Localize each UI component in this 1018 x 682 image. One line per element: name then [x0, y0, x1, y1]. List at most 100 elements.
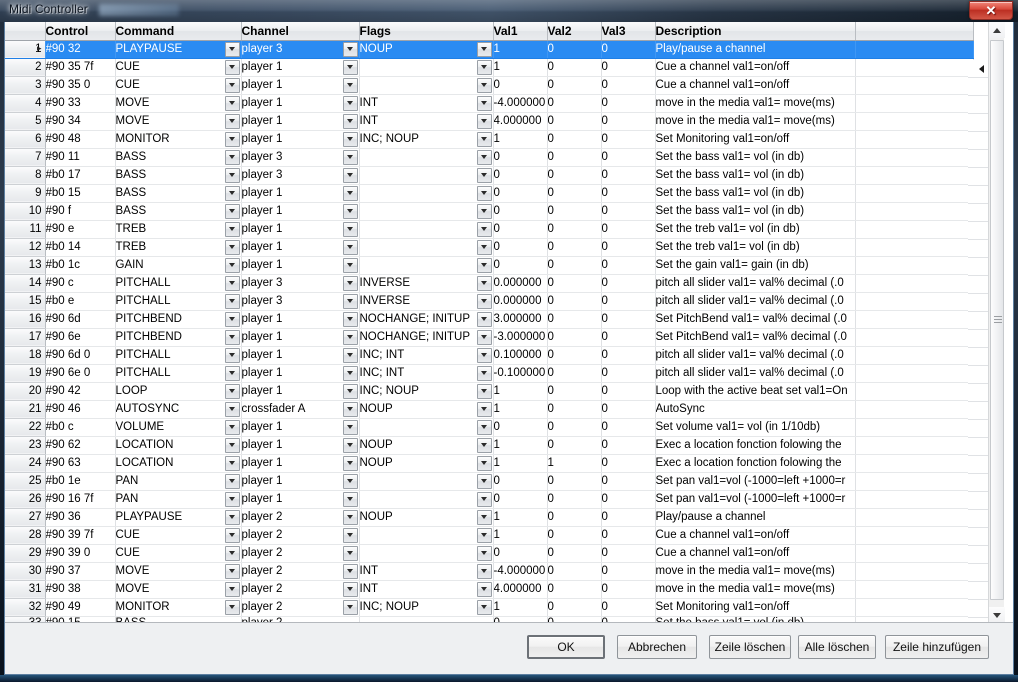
- command-cell[interactable]: VOLUME: [115, 418, 242, 437]
- midi-mapping-grid[interactable]: Control Command Channel Flags Val1 Val2 …: [5, 22, 1013, 623]
- channel-dropdown-icon[interactable]: [342, 59, 358, 75]
- description-cell[interactable]: Set the bass val1= vol (in db): [655, 202, 856, 221]
- val3-cell[interactable]: 0: [601, 184, 656, 203]
- table-row[interactable]: 31 #90 38 MOVE player 2 INT 4.000000 0 0 move in…: [5, 580, 974, 599]
- table-row[interactable]: 32 #90 49 MONITOR player 2 INC; NOUP 1 0 0 Set M…: [5, 598, 974, 617]
- val2-cell[interactable]: 0: [547, 220, 602, 239]
- column-header-flags[interactable]: Flags: [359, 22, 494, 41]
- row-number-cell[interactable]: 24: [5, 454, 46, 473]
- table-row[interactable]: 5 #90 34 MOVE player 1 INT 4.000000 0 0 move in …: [5, 112, 974, 131]
- command-cell[interactable]: CUE: [115, 76, 242, 95]
- control-cell[interactable]: #b0 17: [45, 166, 116, 185]
- command-cell[interactable]: MOVE: [115, 94, 242, 113]
- command-cell[interactable]: TREB: [115, 238, 242, 257]
- command-dropdown-icon[interactable]: [224, 581, 240, 597]
- val2-cell[interactable]: 0: [547, 436, 602, 455]
- val3-cell[interactable]: 0: [601, 238, 656, 257]
- channel-cell[interactable]: player 3: [241, 148, 360, 167]
- scrollbar-thumb[interactable]: [990, 40, 1004, 600]
- flags-dropdown-icon[interactable]: [476, 77, 492, 93]
- val1-cell[interactable]: 4.000000: [493, 580, 548, 599]
- table-row[interactable]: 4 #90 33 MOVE player 1 INT -4.000000 0 0 move in…: [5, 94, 974, 113]
- val3-cell[interactable]: 0: [601, 400, 656, 419]
- control-cell[interactable]: #90 e: [45, 220, 116, 239]
- row-number-cell[interactable]: 18: [5, 346, 46, 365]
- command-cell[interactable]: CUE: [115, 526, 242, 545]
- control-cell[interactable]: #b0 1e: [45, 472, 116, 491]
- val1-cell[interactable]: 0: [493, 238, 548, 257]
- val3-cell[interactable]: 0: [601, 436, 656, 455]
- val3-cell[interactable]: 0: [601, 490, 656, 509]
- command-dropdown-icon[interactable]: [224, 257, 240, 273]
- command-dropdown-icon[interactable]: [224, 383, 240, 399]
- control-cell[interactable]: #90 11: [45, 148, 116, 167]
- description-cell[interactable]: Set the bass val1= vol (in db): [655, 616, 856, 622]
- row-number-cell[interactable]: 12: [5, 238, 46, 257]
- command-cell[interactable]: AUTOSYNC: [115, 400, 242, 419]
- val3-cell[interactable]: 0: [601, 310, 656, 329]
- command-dropdown-icon[interactable]: [224, 437, 240, 453]
- channel-cell[interactable]: player 3: [241, 292, 360, 311]
- command-cell[interactable]: PITCHALL: [115, 274, 242, 293]
- control-cell[interactable]: #90 39 7f: [45, 526, 116, 545]
- control-cell[interactable]: #90 33: [45, 94, 116, 113]
- flags-cell[interactable]: INC; INT: [359, 364, 494, 383]
- row-number-cell[interactable]: 21: [5, 400, 46, 419]
- channel-dropdown-icon[interactable]: [342, 491, 358, 507]
- control-cell[interactable]: #90 42: [45, 382, 116, 401]
- channel-dropdown-icon[interactable]: [342, 419, 358, 435]
- flags-cell[interactable]: NOUP: [359, 508, 494, 527]
- flags-cell[interactable]: [359, 544, 494, 563]
- description-cell[interactable]: move in the media val1= move(ms): [655, 94, 856, 113]
- table-row[interactable]: 27 #90 36 PLAYPAUSE player 2 NOUP 1 0 0 Play/pau…: [5, 508, 974, 527]
- table-row[interactable]: 14 #90 c PITCHALL player 3 INVERSE 0.000000 0 0…: [5, 274, 974, 293]
- control-cell[interactable]: #90 63: [45, 454, 116, 473]
- channel-dropdown-icon[interactable]: [342, 185, 358, 201]
- control-cell[interactable]: #90 16 7f: [45, 490, 116, 509]
- command-dropdown-icon[interactable]: [224, 95, 240, 111]
- val2-cell[interactable]: 0: [547, 418, 602, 437]
- column-header-filler[interactable]: [855, 22, 974, 41]
- description-cell[interactable]: Set PitchBend val1= val% decimal (.0: [655, 328, 856, 347]
- command-dropdown-icon[interactable]: [224, 545, 240, 561]
- control-cell[interactable]: #90 39 0: [45, 544, 116, 563]
- description-cell[interactable]: move in the media val1= move(ms): [655, 580, 856, 599]
- command-cell[interactable]: PITCHALL: [115, 364, 242, 383]
- flags-dropdown-icon[interactable]: [476, 293, 492, 309]
- val1-cell[interactable]: 0: [493, 76, 548, 95]
- command-cell[interactable]: PITCHALL: [115, 346, 242, 365]
- val2-cell[interactable]: 0: [547, 76, 602, 95]
- flags-dropdown-icon[interactable]: [476, 581, 492, 597]
- command-cell[interactable]: LOCATION: [115, 454, 242, 473]
- channel-cell[interactable]: player 2: [241, 598, 360, 617]
- val1-cell[interactable]: 0.100000: [493, 346, 548, 365]
- val1-cell[interactable]: 0: [493, 148, 548, 167]
- table-row[interactable]: 6 #90 48 MONITOR player 1 INC; NOUP 1 0 0 Set Mo…: [5, 130, 974, 149]
- channel-dropdown-icon[interactable]: [342, 527, 358, 543]
- control-cell[interactable]: #90 6e: [45, 328, 116, 347]
- channel-dropdown-icon[interactable]: [342, 77, 358, 93]
- command-dropdown-icon[interactable]: [224, 509, 240, 525]
- row-number-cell[interactable]: 15: [5, 292, 46, 311]
- channel-cell[interactable]: player 2: [241, 616, 360, 622]
- val3-cell[interactable]: 0: [601, 616, 656, 622]
- control-cell[interactable]: #90 f: [45, 202, 116, 221]
- val1-cell[interactable]: 1: [493, 58, 548, 77]
- table-row[interactable]: 17 #90 6e PITCHBEND player 1 NOCHANGE; INITU…: [5, 328, 974, 347]
- flags-cell[interactable]: INT: [359, 94, 494, 113]
- description-cell[interactable]: Set volume val1= vol (in 1/10db): [655, 418, 856, 437]
- command-dropdown-icon[interactable]: [224, 203, 240, 219]
- description-cell[interactable]: Set Monitoring val1=on/off: [655, 598, 856, 617]
- flags-cell[interactable]: [359, 76, 494, 95]
- add-row-button[interactable]: Zeile hinzufügen: [885, 635, 989, 659]
- table-row[interactable]: 23 #90 62 LOCATION player 1 NOUP 1 0 0 Exec a lo…: [5, 436, 974, 455]
- table-row[interactable]: 22 #b0 c VOLUME player 1 0 0 0 Set volume val1=…: [5, 418, 974, 437]
- val1-cell[interactable]: 0.000000: [493, 274, 548, 293]
- ok-button[interactable]: OK: [527, 635, 605, 659]
- flags-dropdown-icon[interactable]: [476, 473, 492, 489]
- val1-cell[interactable]: 0: [493, 202, 548, 221]
- command-cell[interactable]: PAN: [115, 472, 242, 491]
- flags-cell[interactable]: NOUP: [359, 454, 494, 473]
- table-row[interactable]: 16 #90 6d PITCHBEND player 1 NOCHANGE; INITU…: [5, 310, 974, 329]
- command-cell[interactable]: PLAYPAUSE: [115, 40, 242, 59]
